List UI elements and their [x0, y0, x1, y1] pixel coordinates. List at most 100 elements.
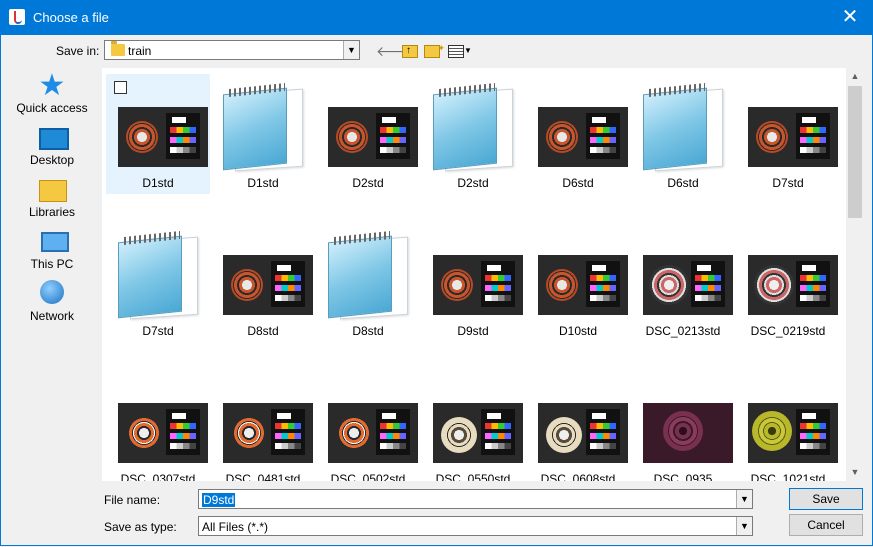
- file-name-caption: DSC_0213std: [645, 324, 721, 338]
- file-name-caption: D10std: [558, 324, 598, 338]
- back-arrow-icon[interactable]: 🡐: [376, 42, 414, 60]
- file-item[interactable]: DSC_0608std: [526, 370, 630, 481]
- text-file-icon: [219, 83, 303, 172]
- chevron-down-icon[interactable]: ▼: [343, 41, 359, 59]
- cancel-button[interactable]: Cancel: [789, 514, 863, 536]
- image-thumbnail: [118, 403, 208, 463]
- file-name-caption: DSC_0307std: [120, 472, 196, 481]
- image-thumbnail: [328, 403, 418, 463]
- file-item[interactable]: D7std: [106, 222, 210, 342]
- file-name-caption: D1std: [142, 176, 174, 190]
- close-button[interactable]: ✕: [827, 0, 873, 35]
- image-thumbnail: [643, 403, 733, 463]
- image-thumbnail: [433, 403, 523, 463]
- image-thumbnail: [118, 107, 208, 167]
- file-item[interactable]: DSC_0213std: [631, 222, 735, 342]
- file-type-label: Save as type:: [104, 520, 177, 534]
- file-item[interactable]: DSC_0502std: [316, 370, 420, 481]
- image-thumbnail: [748, 403, 838, 463]
- image-thumbnail: [433, 255, 523, 315]
- file-item[interactable]: DSC_0307std: [106, 370, 210, 481]
- place-label: Desktop: [29, 153, 75, 167]
- save-button[interactable]: Save: [789, 488, 863, 510]
- file-name-caption: DSC_0219std: [750, 324, 826, 338]
- file-item[interactable]: DSC_0219std: [736, 222, 840, 342]
- save-in-value: train: [128, 44, 152, 58]
- file-item[interactable]: D8std: [316, 222, 420, 342]
- chevron-down-icon[interactable]: ▼: [736, 517, 752, 535]
- file-name-caption: D8std: [247, 324, 279, 338]
- image-thumbnail: [223, 403, 313, 463]
- scroll-thumb[interactable]: [848, 86, 862, 218]
- image-thumbnail: [538, 255, 628, 315]
- text-file-icon: [639, 83, 723, 172]
- file-name-caption: D2std: [457, 176, 489, 190]
- text-file-icon: [114, 231, 198, 320]
- file-type-value: All Files (*.*): [202, 520, 269, 534]
- libraries-icon: [39, 180, 67, 202]
- image-thumbnail: [538, 107, 628, 167]
- file-item[interactable]: D6std: [631, 74, 735, 194]
- file-item[interactable]: D9std: [421, 222, 525, 342]
- select-checkbox[interactable]: [114, 81, 127, 94]
- place-network[interactable]: Network: [4, 278, 100, 328]
- file-name-input[interactable]: D9std ▼: [198, 489, 753, 509]
- place-quick-access[interactable]: ★ Quick access: [4, 70, 100, 120]
- file-name-caption: D6std: [562, 176, 594, 190]
- place-label: Libraries: [28, 205, 76, 219]
- java-icon: [9, 9, 25, 25]
- file-name-caption: DSC_0502std: [330, 472, 406, 481]
- up-folder-icon[interactable]: [400, 42, 420, 60]
- file-name-caption: DSC_0608std: [540, 472, 616, 481]
- file-name-caption: D1std: [247, 176, 279, 190]
- file-list[interactable]: D1std D1std D2std D2std D6std D6std D7std D7std…: [102, 68, 846, 481]
- window-title: Choose a file: [33, 10, 109, 25]
- file-item[interactable]: D1std: [106, 74, 210, 194]
- file-item[interactable]: DSC_0550std: [421, 370, 525, 481]
- view-menu-icon[interactable]: ▼: [447, 42, 473, 60]
- place-this-pc[interactable]: This PC: [4, 226, 100, 276]
- scroll-up-icon[interactable]: ▲: [846, 68, 864, 85]
- file-item[interactable]: D6std: [526, 74, 630, 194]
- image-thumbnail: [328, 107, 418, 167]
- file-name-caption: DSC_0550std: [435, 472, 511, 481]
- network-icon: [40, 280, 64, 304]
- file-item[interactable]: D2std: [421, 74, 525, 194]
- save-in-label: Save in:: [56, 44, 100, 58]
- chevron-down-icon[interactable]: ▼: [736, 490, 752, 508]
- new-folder-icon[interactable]: [422, 39, 445, 60]
- file-name-value[interactable]: D9std: [202, 493, 236, 507]
- file-name-caption: DSC_1021std: [750, 472, 826, 481]
- image-thumbnail: [538, 403, 628, 463]
- file-name-caption: D9std: [457, 324, 489, 338]
- desktop-icon: [39, 128, 69, 150]
- save-in-combo[interactable]: train ▼: [104, 40, 360, 60]
- file-item[interactable]: D8std: [211, 222, 315, 342]
- file-item[interactable]: DSC_0935: [631, 370, 735, 481]
- file-name-caption: D7std: [772, 176, 804, 190]
- file-type-select[interactable]: All Files (*.*) ▼: [198, 516, 753, 536]
- image-thumbnail: [643, 255, 733, 315]
- place-label: Network: [29, 309, 74, 323]
- folder-icon: [111, 41, 125, 56]
- image-thumbnail: [223, 255, 313, 315]
- file-item[interactable]: D7std: [736, 74, 840, 194]
- file-name-caption: D7std: [142, 324, 174, 338]
- file-item[interactable]: DSC_0481std: [211, 370, 315, 481]
- file-item[interactable]: D1std: [211, 74, 315, 194]
- image-thumbnail: [748, 255, 838, 315]
- scroll-down-icon[interactable]: ▼: [846, 464, 864, 481]
- file-item[interactable]: D2std: [316, 74, 420, 194]
- title-bar: Choose a file ✕: [0, 0, 873, 35]
- vertical-scrollbar[interactable]: ▲ ▼: [846, 68, 864, 481]
- place-libraries[interactable]: Libraries: [4, 174, 100, 224]
- file-name-caption: DSC_0935: [653, 472, 713, 481]
- place-desktop[interactable]: Desktop: [4, 122, 100, 172]
- text-file-icon: [324, 231, 408, 320]
- place-label: Quick access: [16, 101, 88, 115]
- place-label: This PC: [30, 257, 74, 271]
- file-item[interactable]: D10std: [526, 222, 630, 342]
- file-name-caption: D6std: [667, 176, 699, 190]
- file-item[interactable]: DSC_1021std: [736, 370, 840, 481]
- file-name-label: File name:: [104, 493, 161, 507]
